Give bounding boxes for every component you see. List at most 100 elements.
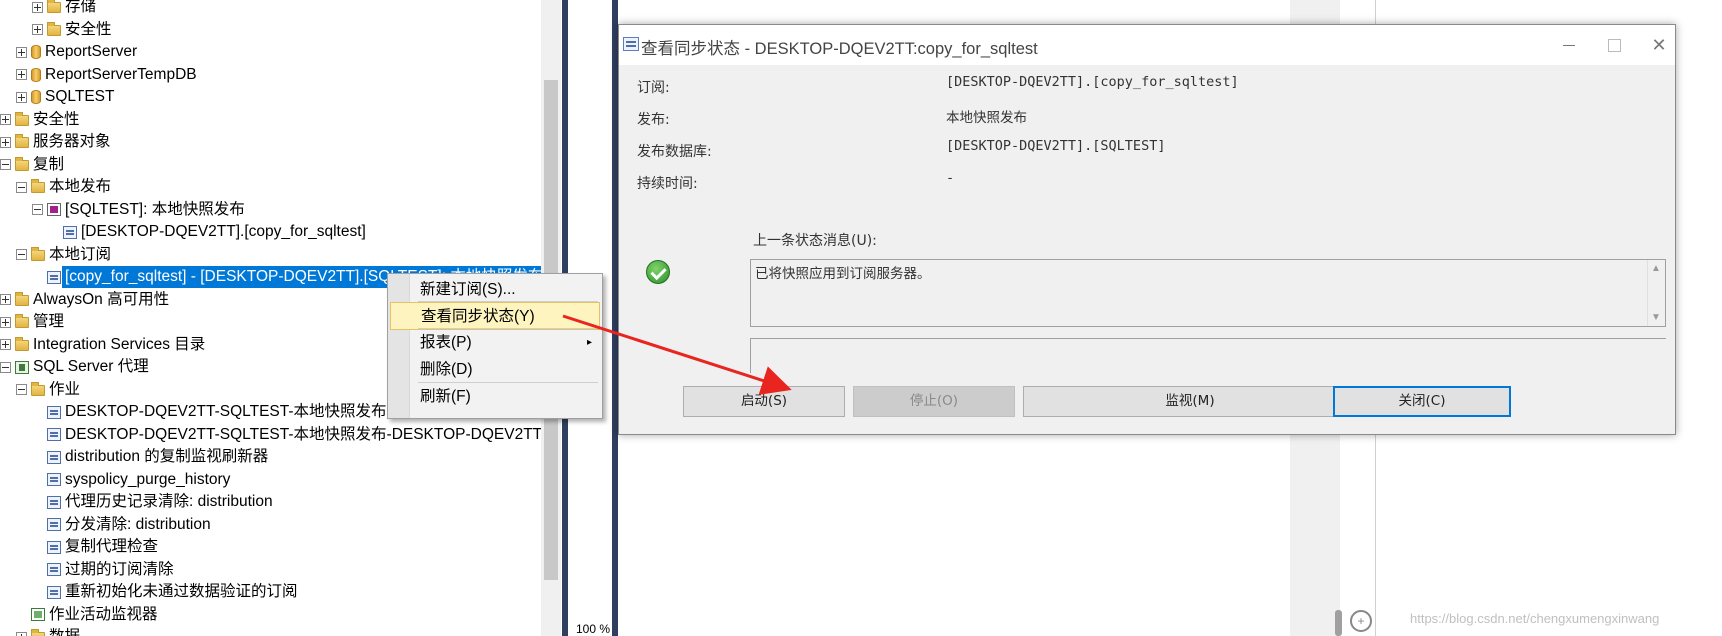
tree-item-label: ReportServerTempDB: [45, 65, 197, 83]
dialog-titlebar[interactable]: 查看同步状态 - DESKTOP-DQEV2TT:copy_for_sqltes…: [619, 25, 1675, 65]
scroll-down-icon[interactable]: ▼: [1651, 312, 1661, 323]
tree-item[interactable]: AlwaysOn 高可用性: [0, 289, 169, 311]
maximize-button: [1600, 31, 1628, 59]
tree-item[interactable]: 安全性: [32, 19, 112, 41]
expand-icon[interactable]: [0, 136, 11, 148]
expand-icon[interactable]: [0, 114, 11, 125]
tree-item-label: 分发清除: distribution: [65, 515, 211, 533]
folder-icon: [31, 246, 45, 261]
menu-separator: [418, 382, 598, 383]
tree-item[interactable]: DESKTOP-DQEV2TT-SQLTEST-本地快照发布-DESKTOP-D…: [32, 424, 545, 446]
background-scrollbar[interactable]: [1335, 610, 1342, 636]
tree-item-label: 复制: [33, 155, 65, 173]
tree-item[interactable]: 数据: [16, 626, 80, 636]
collapse-icon[interactable]: [16, 249, 27, 260]
job-icon: [47, 585, 61, 599]
close-icon[interactable]: ✕: [1645, 31, 1673, 59]
tree-item-label: 存储: [65, 0, 97, 15]
folder-icon: [47, 0, 61, 13]
tree-item[interactable]: 作业: [16, 379, 80, 401]
expand-icon[interactable]: [16, 631, 27, 636]
tree-item-label: 复制代理检查: [65, 538, 159, 555]
tree-item[interactable]: syspolicy_purge_history: [32, 469, 230, 491]
minimize-button[interactable]: [1555, 31, 1583, 59]
tree-item[interactable]: ReportServerTempDB: [16, 64, 197, 86]
expand-icon[interactable]: [32, 24, 43, 35]
tree-item[interactable]: SQLTEST: [16, 86, 114, 108]
field-value: [DESKTOP-DQEV2TT].[SQLTEST]: [946, 138, 1166, 154]
tree-item[interactable]: 过期的订阅清除: [32, 559, 174, 581]
collapse-icon[interactable]: [0, 361, 11, 373]
context-menu-item[interactable]: 查看同步状态(Y): [390, 302, 600, 330]
last-message-textbox[interactable]: 已将快照应用到订阅服务器。 ▲ ▼: [750, 259, 1666, 327]
menu-separator: [418, 301, 598, 302]
close-button[interactable]: 关闭(C): [1333, 386, 1511, 417]
tree-item-label: AlwaysOn 高可用性: [33, 290, 170, 308]
tree-item-label: 安全性: [65, 20, 112, 38]
context-menu-item[interactable]: 报表(P) ▸: [390, 329, 600, 357]
expand-icon[interactable]: [0, 339, 11, 350]
tree-item-label: 过期的订阅清除: [65, 560, 174, 578]
job-icon: [47, 540, 61, 554]
folder-icon: [31, 179, 45, 193]
tree-item[interactable]: 作业活动监视器: [16, 604, 158, 626]
collapse-icon[interactable]: [16, 181, 27, 193]
context-menu-item[interactable]: 刷新(F): [390, 383, 600, 411]
monitor-button[interactable]: 监视(M): [1023, 386, 1357, 417]
dialog-title: 查看同步状态 - DESKTOP-DQEV2TT:copy_for_sqltes…: [641, 40, 1038, 58]
folder-icon: [15, 291, 29, 306]
tree-item[interactable]: 安全性: [0, 109, 80, 131]
tree-item-label: 数据: [49, 626, 80, 636]
tree-item[interactable]: 重新初始化未通过数据验证的订阅: [32, 581, 298, 603]
tree-item[interactable]: SQL Server 代理: [0, 356, 149, 378]
expand-icon[interactable]: [16, 69, 27, 80]
folder-icon: [15, 156, 29, 171]
crosshair-icon[interactable]: +: [1350, 610, 1372, 632]
tree-item[interactable]: 代理历史记录清除: distribution: [32, 491, 273, 513]
folder-icon: [15, 314, 29, 328]
tree-item-label: [DESKTOP-DQEV2TT].[copy_for_sqltest]: [81, 223, 366, 240]
tree-item[interactable]: 服务器对象: [0, 131, 111, 153]
submenu-arrow-icon: ▸: [586, 337, 592, 348]
tree-item[interactable]: 复制代理检查: [32, 536, 158, 558]
tree-item[interactable]: 分发清除: distribution: [32, 514, 211, 536]
expand-icon[interactable]: [32, 1, 43, 13]
tree-item[interactable]: ReportServer: [16, 41, 137, 63]
start-button[interactable]: 启动(S): [683, 386, 845, 417]
collapse-icon[interactable]: [32, 204, 43, 215]
expand-icon[interactable]: [0, 294, 11, 305]
tree-item[interactable]: 复制: [0, 154, 64, 176]
menu-separator: [418, 328, 598, 329]
zoom-level[interactable]: 100 %: [576, 622, 610, 636]
tree-item[interactable]: Integration Services 目录: [0, 334, 205, 356]
tree-item-label: SQL Server 代理: [33, 358, 149, 375]
collapse-icon[interactable]: [0, 159, 11, 170]
tree-item-label: distribution 的复制监视刷新器: [65, 448, 269, 465]
context-menu-item[interactable]: 新建订阅(S)...: [390, 276, 600, 304]
tree-item[interactable]: [SQLTEST]: 本地快照发布: [32, 199, 245, 221]
folder-icon: [15, 111, 29, 126]
tree-item[interactable]: [DESKTOP-DQEV2TT].[copy_for_sqltest]: [48, 221, 366, 243]
tree-item[interactable]: 本地订阅: [16, 244, 111, 266]
folder-icon: [15, 336, 29, 351]
scroll-up-icon[interactable]: ▲: [1651, 263, 1661, 274]
expand-icon[interactable]: [16, 91, 27, 103]
tree-item[interactable]: 管理: [0, 311, 64, 333]
subscription-icon: [47, 270, 61, 284]
tree-item-label: 本地订阅: [49, 245, 112, 263]
collapse-icon[interactable]: [16, 384, 27, 395]
job-icon: [47, 405, 61, 419]
expand-icon[interactable]: [16, 46, 27, 58]
job-icon: [47, 495, 61, 509]
tree-item[interactable]: 存储: [32, 0, 96, 18]
tree-item-label: syspolicy_purge_history: [65, 470, 231, 488]
tree-item-label: SQLTEST: [45, 88, 115, 105]
tree-item[interactable]: distribution 的复制监视刷新器: [32, 446, 268, 468]
message-scrollbar[interactable]: ▲ ▼: [1647, 260, 1665, 326]
tree-item[interactable]: DESKTOP-DQEV2TT-SQLTEST-本地快照发布-: [32, 401, 392, 423]
tree-item-label: [SQLTEST]: 本地快照发布: [65, 200, 245, 218]
expand-icon[interactable]: [0, 316, 11, 328]
tree-item[interactable]: 本地发布: [16, 176, 111, 198]
status-detail-area: [750, 338, 1666, 373]
context-menu-item[interactable]: 删除(D): [390, 356, 600, 384]
